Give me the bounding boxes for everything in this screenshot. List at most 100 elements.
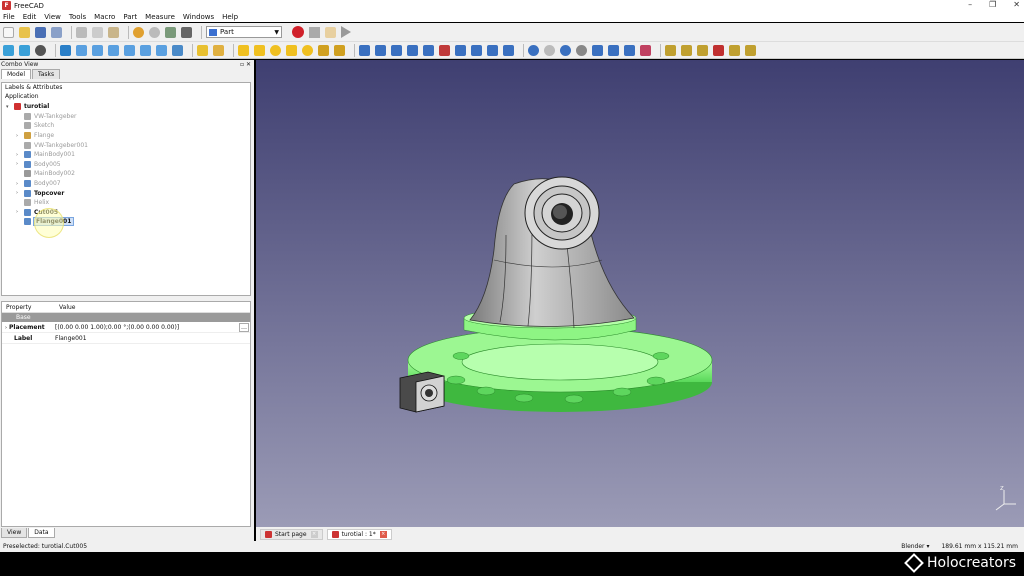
chamfer-icon[interactable] [423,44,434,56]
loft-icon[interactable] [471,44,482,56]
record-macro-icon[interactable] [292,26,304,38]
shape-builder-icon[interactable] [334,44,345,56]
new-document-icon[interactable] [3,26,14,38]
bottom-view-icon[interactable] [140,44,151,56]
tab-model[interactable]: Model [1,69,32,79]
toggle-all-icon[interactable] [729,44,740,56]
measure-linear-icon[interactable] [665,44,676,56]
revolve-icon[interactable] [375,44,386,56]
float-close-icon[interactable]: ▫ ✕ [240,61,251,68]
extrude-icon[interactable] [359,44,370,56]
menu-view[interactable]: View [44,13,61,21]
expand-arrow-icon[interactable]: › [16,209,24,215]
ruled-surface-icon[interactable] [455,44,466,56]
close-icon[interactable]: × [310,530,318,538]
menu-help[interactable]: Help [222,13,238,21]
save-as-icon[interactable] [51,26,62,38]
join-features-icon[interactable] [592,44,603,56]
expand-arrow-icon[interactable]: › [16,190,24,196]
split-tools-icon[interactable] [608,44,619,56]
minimize-button[interactable]: – [968,0,972,9]
tree-item[interactable]: VW-Tankgeber [2,112,250,122]
tree-item-document[interactable]: ▾ turotial [2,102,250,112]
placement-value[interactable]: [(0.00 0.00 1.00);0.00 °;(0.00 0.00 0.00… [55,324,239,331]
stop-macro-icon[interactable] [309,26,320,38]
expand-arrow-icon[interactable]: › [16,152,24,158]
navigation-style[interactable]: Blender ▾ [901,543,929,550]
draw-style-icon[interactable] [35,44,46,56]
box-icon[interactable] [238,44,249,56]
refresh-icon[interactable] [165,26,176,38]
undo-icon[interactable] [133,26,144,38]
label-value[interactable]: Flange001 [55,335,250,342]
group-icon[interactable] [213,44,224,56]
menu-part[interactable]: Part [123,13,137,21]
sphere-icon[interactable] [270,44,281,56]
cone-icon[interactable] [286,44,297,56]
open-folder-icon[interactable] [19,26,30,38]
property-row-label[interactable]: Label Flange001 [2,333,250,344]
copy-icon[interactable] [92,26,103,38]
paste-icon[interactable] [108,26,119,38]
menu-file[interactable]: File [3,13,15,21]
part-icon[interactable] [197,44,208,56]
3d-viewport[interactable]: z [256,60,1024,527]
measure-angular-icon[interactable] [681,44,692,56]
isometric-view-icon[interactable] [60,44,71,56]
edit-macro-icon[interactable] [325,26,336,38]
run-macro-icon[interactable] [341,26,351,38]
top-view-icon[interactable] [92,44,103,56]
property-row-placement[interactable]: › Placement [(0.00 0.00 1.00);0.00 °;(0.0… [2,322,250,333]
rear-view-icon[interactable] [124,44,135,56]
compound-tools-icon[interactable] [624,44,635,56]
primitives-icon[interactable] [318,44,329,56]
fuse-icon[interactable] [560,44,571,56]
save-icon[interactable] [35,26,46,38]
tab-start-page[interactable]: Start page × [260,528,323,540]
right-view-icon[interactable] [108,44,119,56]
expand-arrow-icon[interactable]: › [16,161,24,167]
make-face-icon[interactable] [439,44,450,56]
common-icon[interactable] [576,44,587,56]
tree-item[interactable]: › Body005 [2,160,250,170]
tree-item[interactable]: MainBody002 [2,169,250,179]
menu-macro[interactable]: Macro [94,13,115,21]
tree-item[interactable]: VW-Tankgeber001 [2,140,250,150]
front-view-icon[interactable] [76,44,87,56]
tree-item[interactable]: › Topcover [2,188,250,198]
menu-measure[interactable]: Measure [145,13,175,21]
menu-tools[interactable]: Tools [69,13,86,21]
tree-item[interactable]: › Flange [2,131,250,141]
cut-boolean-icon[interactable] [544,44,555,56]
tab-data[interactable]: Data [28,528,55,538]
ellipsis-button[interactable]: … [239,322,249,332]
tree-item[interactable]: Sketch [2,121,250,131]
section-icon[interactable] [503,44,514,56]
check-geometry-icon[interactable] [640,44,651,56]
tree-item[interactable]: Helix [2,198,250,208]
measure-refresh-icon[interactable] [697,44,708,56]
tab-turotial[interactable]: turotial : 1* × [326,528,392,540]
whats-this-icon[interactable] [181,26,192,38]
expand-arrow-icon[interactable]: › [16,133,24,139]
sweep-icon[interactable] [487,44,498,56]
menu-edit[interactable]: Edit [23,13,37,21]
menu-windows[interactable]: Windows [183,13,214,21]
close-button[interactable]: ✕ [1013,0,1020,9]
fillet-icon[interactable] [407,44,418,56]
workbench-selector[interactable]: Part ▼ [206,26,282,38]
toggle-3d-icon[interactable] [745,44,756,56]
cut-icon[interactable] [76,26,87,38]
mirror-icon[interactable] [391,44,402,56]
redo-icon[interactable] [149,26,160,38]
fit-selection-icon[interactable] [19,44,30,56]
maximize-button[interactable]: ❐ [989,0,996,9]
close-icon[interactable]: × [379,530,387,538]
tab-tasks[interactable]: Tasks [32,69,61,79]
expand-arrow-icon[interactable]: › [16,181,24,187]
tree-item[interactable]: › Body007 [2,179,250,189]
measure-distance-icon[interactable] [172,44,183,56]
tree-item[interactable]: › MainBody001 [2,150,250,160]
expand-arrow-icon[interactable]: ▾ [6,104,14,110]
left-view-icon[interactable] [156,44,167,56]
